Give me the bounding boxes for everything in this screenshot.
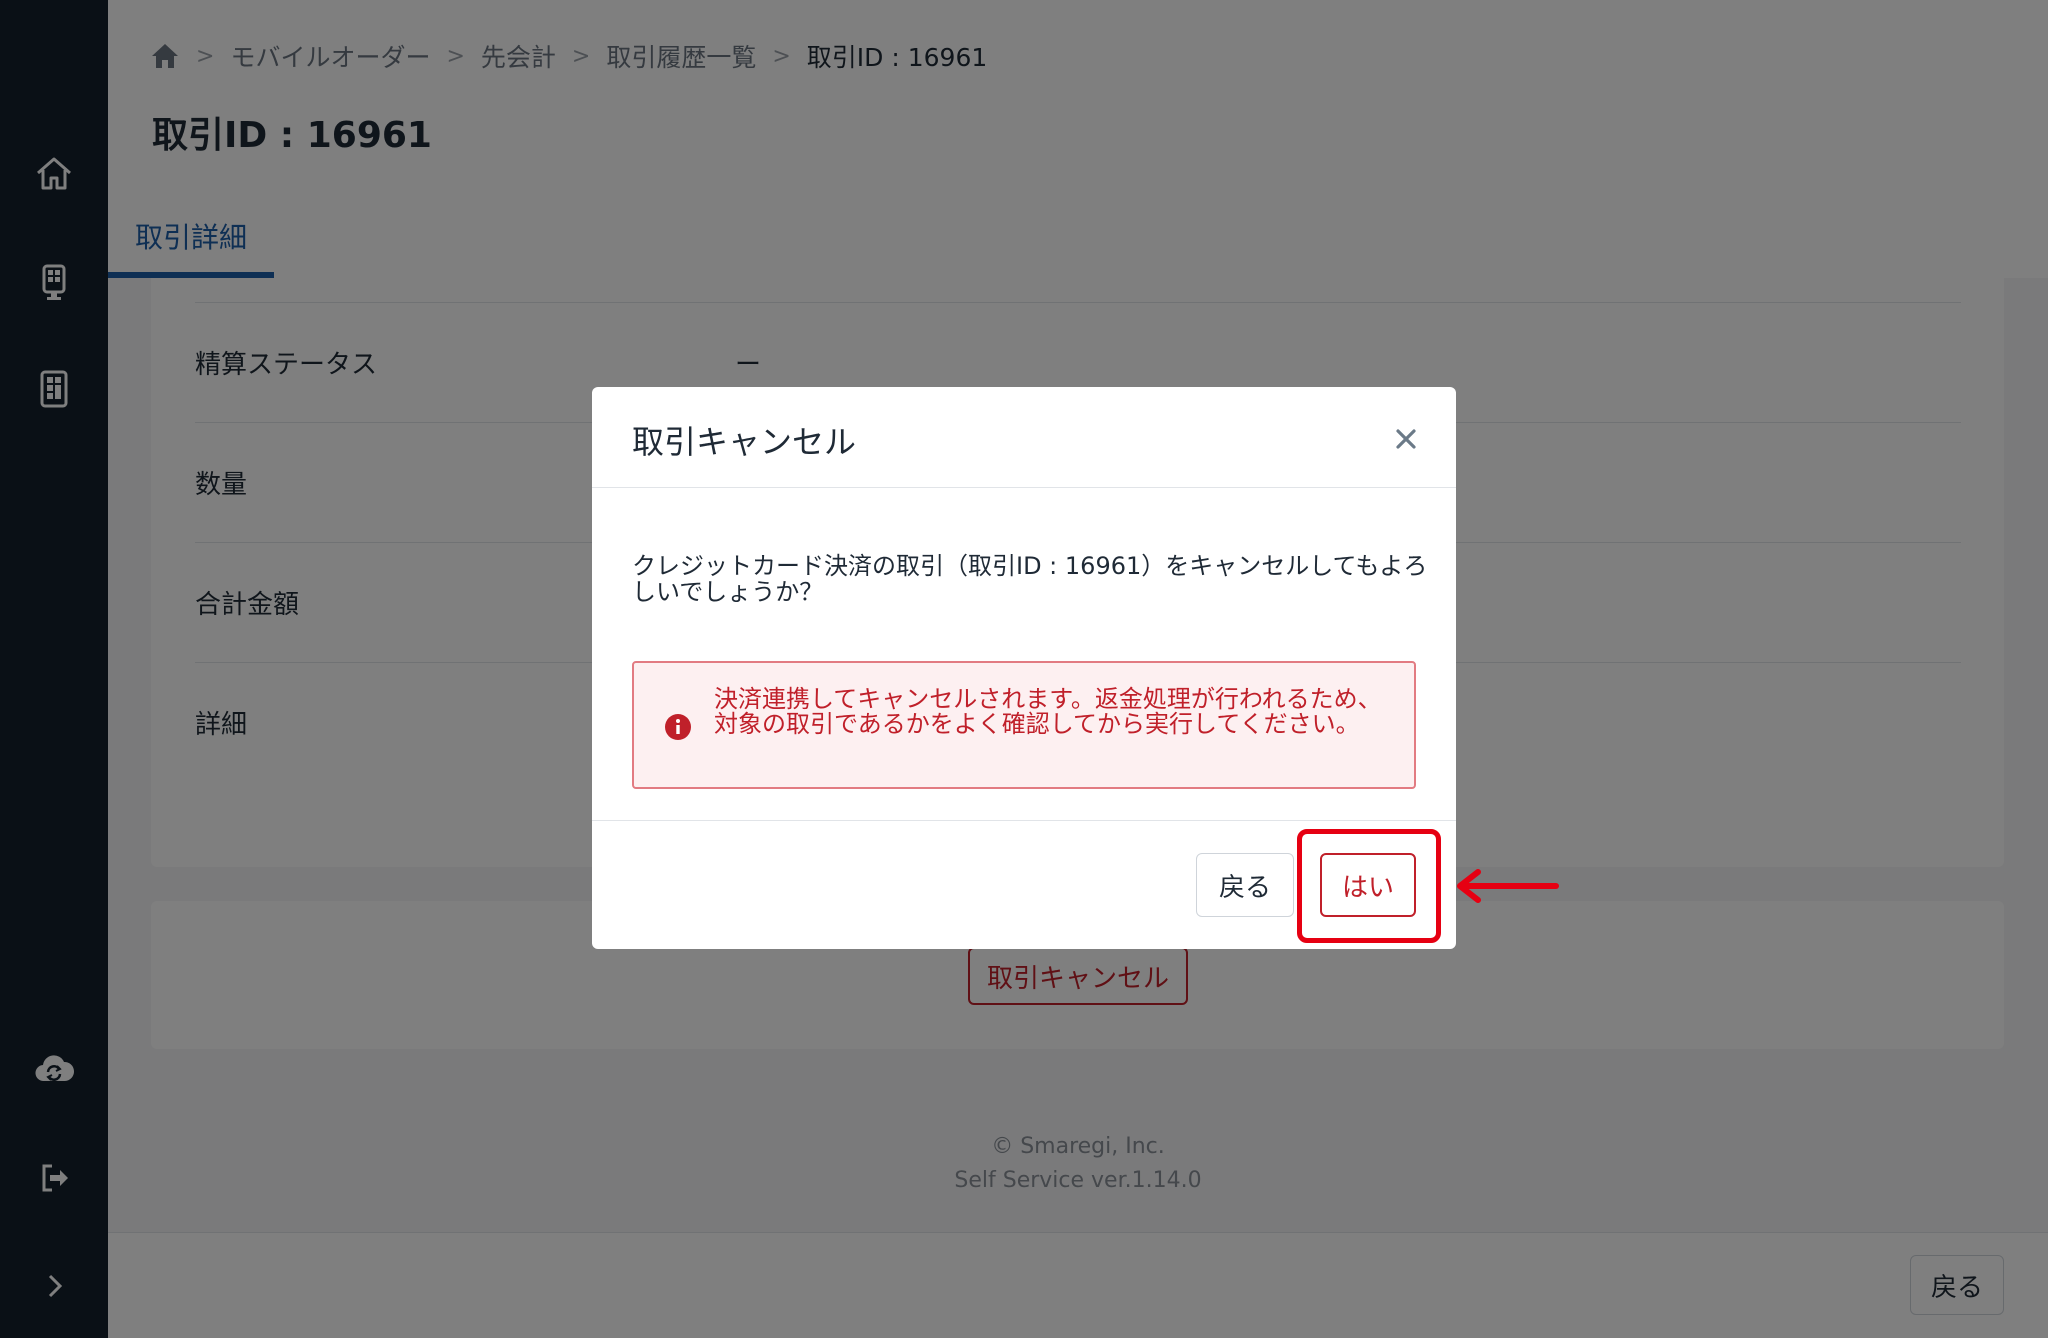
close-icon[interactable] [1384, 417, 1428, 461]
warning-alert: 決済連携してキャンセルされます。返金処理が行われるため、対象の取引であるかをよく… [632, 661, 1416, 789]
modal-title: 取引キャンセル [632, 423, 857, 461]
alert-text: 決済連携してキャンセルされます。返金処理が行われるため、対象の取引であるかをよく… [714, 685, 1382, 738]
info-icon [664, 713, 692, 741]
arrow-left-icon [1452, 866, 1562, 906]
highlight-annotation [1297, 829, 1441, 943]
modal-divider [592, 487, 1456, 488]
modal-back-button[interactable]: 戻る [1196, 853, 1294, 917]
modal-message: クレジットカード決済の取引（取引ID : 16961）をキャンセルしてもよろしい… [632, 552, 1428, 606]
modal-divider [592, 820, 1456, 821]
